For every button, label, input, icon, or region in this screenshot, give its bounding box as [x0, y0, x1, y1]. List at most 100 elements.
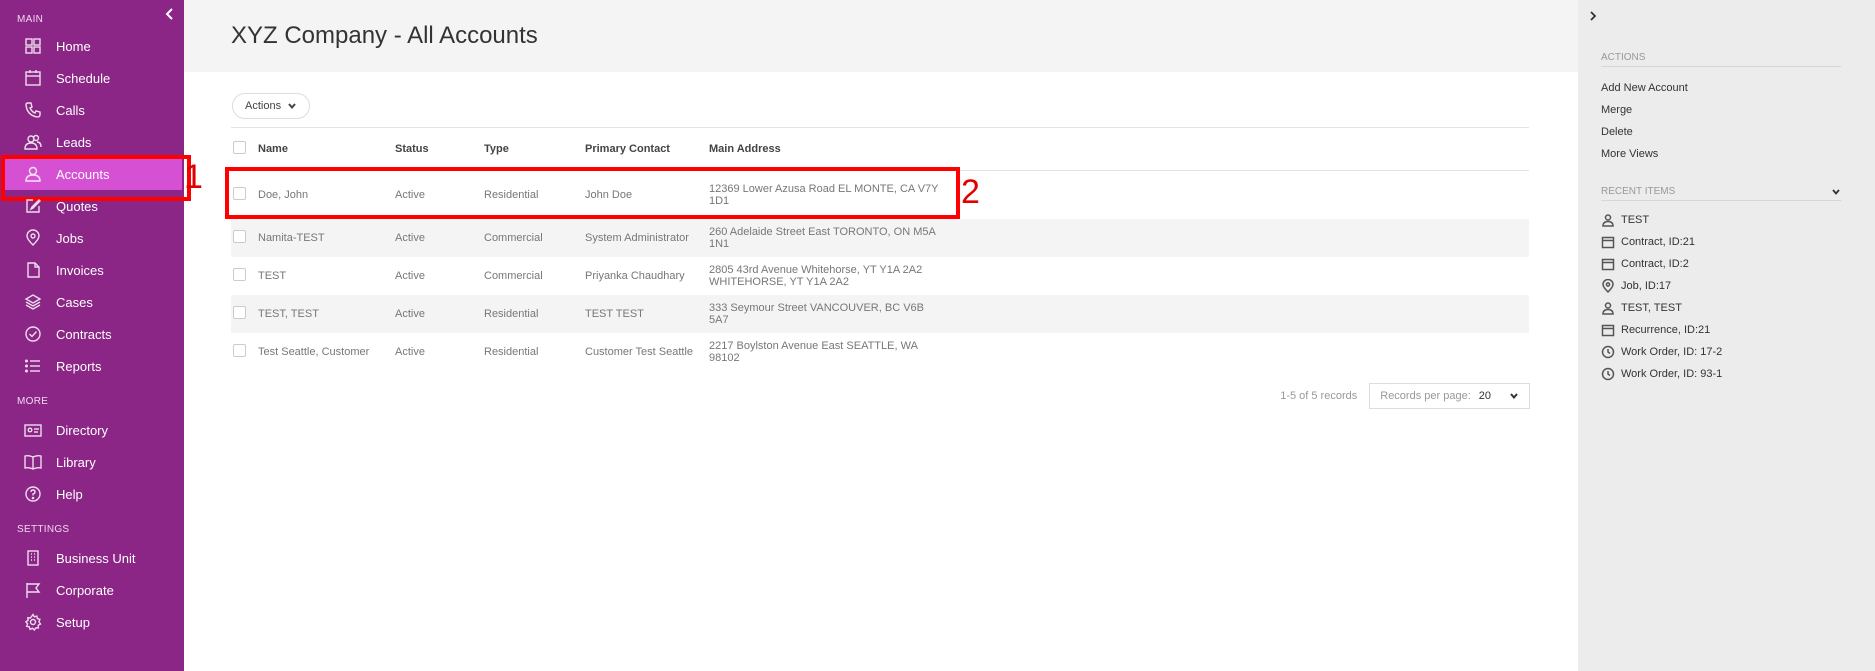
records-per-page-select[interactable]: Records per page: 20: [1369, 383, 1530, 409]
cell-primary-contact[interactable]: Customer Test Seattle: [585, 346, 709, 358]
sidebar-item-help[interactable]: Help: [0, 478, 184, 510]
pagination: 1-5 of 5 records Records per page: 20: [1280, 383, 1530, 409]
actions-section-title: ACTIONS: [1601, 49, 1841, 67]
sidebar-item-calls[interactable]: Calls: [0, 94, 184, 126]
cell-name[interactable]: Namita-TEST: [258, 232, 395, 244]
id-card-icon: [24, 421, 42, 439]
select-all-checkbox[interactable]: [233, 141, 246, 154]
cell-primary-contact[interactable]: TEST TEST: [585, 308, 709, 320]
list-icon: [24, 357, 42, 375]
location-pin-icon: [1602, 279, 1614, 293]
recent-items-title[interactable]: RECENT ITEMS: [1601, 183, 1841, 201]
cell-primary-contact[interactable]: System Administrator: [585, 232, 709, 244]
cell-type: Residential: [484, 308, 539, 320]
cell-main-address: 2805 43rd Avenue Whitehorse, YT Y1A 2A2 …: [709, 264, 923, 288]
sidebar-item-setup[interactable]: Setup: [0, 606, 184, 638]
row-checkbox[interactable]: [233, 187, 246, 200]
sidebar-item-schedule[interactable]: Schedule: [0, 62, 184, 94]
sidebar-item-label: Help: [56, 486, 83, 502]
recent-item-label: Contract, ID:21: [1621, 236, 1695, 248]
collapse-sidebar-icon[interactable]: [162, 6, 178, 22]
sidebar-item-directory[interactable]: Directory: [0, 414, 184, 446]
sidebar-item-library[interactable]: Library: [0, 446, 184, 478]
table-row[interactable]: Test Seattle, Customer Active Residentia…: [231, 333, 1529, 371]
phone-icon: [24, 101, 42, 119]
cell-primary-contact[interactable]: John Doe: [585, 189, 709, 201]
cell-type: Residential: [484, 189, 539, 201]
sidebar-item-corporate[interactable]: Corporate: [0, 574, 184, 606]
chevron-down-icon: [1832, 188, 1840, 195]
more-views-link[interactable]: More Views: [1601, 143, 1841, 165]
cell-main-address: 333 Seymour Street VANCOUVER, BC V6B 5A7: [709, 302, 924, 326]
column-header-type[interactable]: Type: [484, 143, 585, 155]
sidebar-item-label: Quotes: [56, 198, 98, 214]
merge-link[interactable]: Merge: [1601, 99, 1841, 121]
section-title-main: MAIN: [17, 14, 44, 25]
cell-main-address: 12369 Lower Azusa Road EL MONTE, CA V7Y …: [709, 183, 939, 207]
sidebar: MAIN Home Schedule Calls Leads Accounts …: [0, 0, 191, 671]
app-root: MAIN Home Schedule Calls Leads Accounts …: [0, 0, 1875, 671]
grid-icon: [24, 37, 42, 55]
sidebar-item-accounts[interactable]: Accounts: [1, 155, 191, 201]
table-row[interactable]: Namita-TEST Active Commercial System Adm…: [231, 219, 1529, 257]
column-header-main-address[interactable]: Main Address: [709, 143, 949, 155]
sidebar-item-label: Business Unit: [56, 550, 136, 566]
table-row[interactable]: Doe, John Active Residential John Doe 12…: [231, 171, 1529, 219]
recent-item[interactable]: Recurrence, ID:21: [1601, 319, 1841, 341]
chevron-right-icon[interactable]: [1586, 9, 1600, 23]
sidebar-item-home[interactable]: Home: [0, 30, 184, 62]
sidebar-item-reports[interactable]: Reports: [0, 350, 184, 382]
cell-type: Residential: [484, 346, 539, 358]
sidebar-item-label: Accounts: [56, 166, 110, 182]
actions-dropdown-button[interactable]: Actions: [232, 93, 311, 119]
recent-item-label: TEST: [1621, 214, 1650, 226]
sidebar-item-jobs[interactable]: Jobs: [0, 222, 184, 254]
calendar-icon: [1601, 236, 1615, 249]
recent-items-label: RECENT ITEMS: [1601, 186, 1676, 197]
recent-item[interactable]: TEST, TEST: [1601, 297, 1841, 319]
calendar-icon: [1601, 258, 1615, 271]
recent-item-label: Work Order, ID: 93-1: [1621, 368, 1723, 380]
section-title-settings: SETTINGS: [17, 524, 70, 535]
recent-item[interactable]: TEST: [1601, 209, 1841, 231]
column-header-status[interactable]: Status: [395, 143, 484, 155]
table-row[interactable]: TEST Active Commercial Priyanka Chaudhar…: [231, 257, 1529, 295]
cell-status: Active: [395, 308, 425, 320]
sidebar-item-quotes[interactable]: Quotes: [0, 190, 184, 222]
sidebar-item-label: Library: [56, 454, 96, 470]
cell-name[interactable]: TEST: [258, 270, 395, 282]
add-new-account-link[interactable]: Add New Account: [1601, 77, 1841, 99]
recent-item[interactable]: Contract, ID:2: [1601, 253, 1841, 275]
sidebar-item-invoices[interactable]: Invoices: [0, 254, 184, 286]
help-icon: [24, 485, 42, 503]
cell-primary-contact[interactable]: Priyanka Chaudhary: [585, 270, 709, 282]
calendar-icon: [1601, 324, 1615, 337]
column-header-name[interactable]: Name: [258, 143, 395, 155]
building-icon: [24, 549, 42, 567]
sidebar-item-label: Leads: [56, 134, 92, 150]
row-checkbox[interactable]: [233, 268, 246, 281]
row-checkbox[interactable]: [233, 306, 246, 319]
recent-item[interactable]: Work Order, ID: 93-1: [1601, 363, 1841, 385]
delete-link[interactable]: Delete: [1601, 121, 1841, 143]
person-icon: [24, 165, 42, 183]
recent-item[interactable]: Contract, ID:21: [1601, 231, 1841, 253]
recent-item[interactable]: Job, ID:17: [1601, 275, 1841, 297]
recent-item-label: Work Order, ID: 17-2: [1621, 346, 1723, 358]
row-checkbox[interactable]: [233, 230, 246, 243]
table-row[interactable]: TEST, TEST Active Residential TEST TEST …: [231, 295, 1529, 333]
row-checkbox[interactable]: [233, 344, 246, 357]
recent-item[interactable]: Work Order, ID: 17-2: [1601, 341, 1841, 363]
sidebar-item-leads[interactable]: Leads: [0, 126, 184, 158]
edit-icon: [24, 197, 42, 215]
sidebar-item-contracts[interactable]: Contracts: [0, 318, 184, 350]
chevron-down-icon: [288, 103, 296, 110]
sidebar-item-business-unit[interactable]: Business Unit: [0, 542, 184, 574]
sidebar-item-label: Cases: [56, 294, 93, 310]
cell-name[interactable]: Test Seattle, Customer: [258, 346, 395, 358]
cell-name[interactable]: TEST, TEST: [258, 308, 395, 320]
sidebar-item-cases[interactable]: Cases: [0, 286, 184, 318]
column-header-primary-contact[interactable]: Primary Contact: [585, 143, 709, 155]
cell-main-address: 2217 Boylston Avenue East SEATTLE, WA 98…: [709, 340, 918, 364]
cell-name[interactable]: Doe, John: [258, 189, 395, 201]
